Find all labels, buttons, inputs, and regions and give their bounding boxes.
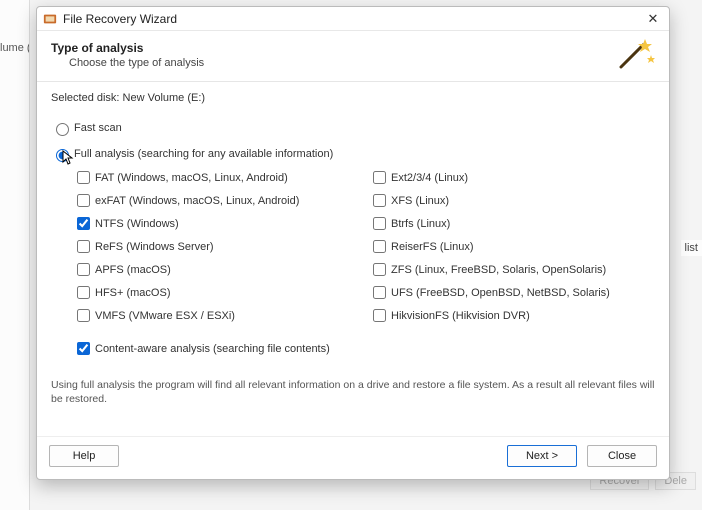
fs-checkbox-right-4[interactable]: ZFS (Linux, FreeBSD, Solaris, OpenSolari… [369,260,655,279]
file-recovery-wizard-dialog: File Recovery Wizard ✕ Type of analysis … [36,6,670,480]
fs-checkbox-input[interactable] [77,263,90,276]
fs-checkbox-left-6[interactable]: VMFS (VMware ESX / ESXi) [73,306,359,325]
fs-checkbox-label: ReiserFS (Linux) [391,241,474,253]
fs-checkbox-input[interactable] [373,263,386,276]
fs-checkbox-label: HikvisionFS (Hikvision DVR) [391,310,530,322]
radio-full-analysis-label: Full analysis (searching for any availab… [74,148,333,160]
fs-checkbox-input[interactable] [77,171,90,184]
full-analysis-hint: Using full analysis the program will fin… [51,378,655,406]
fs-checkbox-left-3[interactable]: ReFS (Windows Server) [73,237,359,256]
wizard-body: Selected disk: New Volume (E:) Fast scan… [37,82,669,436]
fs-checkbox-right-0[interactable]: Ext2/3/4 (Linux) [369,168,655,187]
selected-disk-line: Selected disk: New Volume (E:) [51,92,655,104]
close-icon[interactable]: ✕ [643,11,663,27]
fs-checkbox-input[interactable] [373,240,386,253]
app-icon [43,12,57,26]
radio-fast-scan[interactable]: Fast scan [51,120,655,136]
fs-checkbox-label: Btrfs (Linux) [391,218,450,230]
titlebar: File Recovery Wizard ✕ [37,7,669,31]
wizard-button-bar: Help Next > Close [37,436,669,479]
fs-checkbox-right-6[interactable]: HikvisionFS (Hikvision DVR) [369,306,655,325]
fs-checkbox-left-2[interactable]: NTFS (Windows) [73,214,359,233]
page-title: Type of analysis [51,41,615,55]
fs-checkbox-input[interactable] [77,240,90,253]
fs-checkbox-input[interactable] [77,194,90,207]
fs-checkbox-right-3[interactable]: ReiserFS (Linux) [369,237,655,256]
radio-fast-scan-input[interactable] [56,123,69,136]
content-aware-checkbox[interactable]: Content-aware analysis (searching file c… [73,339,655,358]
fs-checkbox-input[interactable] [373,194,386,207]
help-button[interactable]: Help [49,445,119,467]
fs-checkbox-right-5[interactable]: UFS (FreeBSD, OpenBSD, NetBSD, Solaris) [369,283,655,302]
fs-checkbox-label: ZFS (Linux, FreeBSD, Solaris, OpenSolari… [391,264,606,276]
fs-checkbox-left-0[interactable]: FAT (Windows, macOS, Linux, Android) [73,168,359,187]
fs-checkbox-label: FAT (Windows, macOS, Linux, Android) [95,172,288,184]
fs-checkbox-input[interactable] [373,286,386,299]
fs-checkbox-label: NTFS (Windows) [95,218,179,230]
radio-full-analysis[interactable]: Full analysis (searching for any availab… [51,146,655,162]
fs-checkbox-input[interactable] [373,217,386,230]
fs-checkbox-label: Ext2/3/4 (Linux) [391,172,468,184]
wizard-header: Type of analysis Choose the type of anal… [37,31,669,82]
fs-checkbox-left-5[interactable]: HFS+ (macOS) [73,283,359,302]
filesystem-grid: FAT (Windows, macOS, Linux, Android) Ext2… [73,168,655,325]
next-button[interactable]: Next > [507,445,577,467]
fs-checkbox-label: APFS (macOS) [95,264,171,276]
fs-checkbox-input[interactable] [77,286,90,299]
content-aware-input[interactable] [77,342,90,355]
fs-checkbox-label: VMFS (VMware ESX / ESXi) [95,310,235,322]
close-button[interactable]: Close [587,445,657,467]
fs-checkbox-label: exFAT (Windows, macOS, Linux, Android) [95,195,299,207]
background-sidebar-clip: lume (E: [0,0,30,510]
background-list-label: list [681,240,702,256]
fs-checkbox-label: UFS (FreeBSD, OpenBSD, NetBSD, Solaris) [391,287,610,299]
fs-checkbox-right-2[interactable]: Btrfs (Linux) [369,214,655,233]
window-title: File Recovery Wizard [63,12,643,26]
selected-disk-label: Selected disk: [51,92,119,104]
fs-checkbox-left-1[interactable]: exFAT (Windows, macOS, Linux, Android) [73,191,359,210]
content-aware-label: Content-aware analysis (searching file c… [95,343,330,355]
fs-checkbox-input[interactable] [373,171,386,184]
fs-checkbox-right-1[interactable]: XFS (Linux) [369,191,655,210]
radio-full-analysis-input[interactable] [56,149,69,162]
fs-checkbox-label: HFS+ (macOS) [95,287,170,299]
page-subtitle: Choose the type of analysis [69,57,615,69]
fs-checkbox-left-4[interactable]: APFS (macOS) [73,260,359,279]
fs-checkbox-input[interactable] [373,309,386,322]
fs-checkbox-label: ReFS (Windows Server) [95,241,214,253]
magic-wand-icon [615,37,655,73]
radio-fast-scan-label: Fast scan [74,122,122,134]
fs-checkbox-label: XFS (Linux) [391,195,449,207]
selected-disk-value: New Volume (E:) [123,92,206,104]
fs-checkbox-input[interactable] [77,309,90,322]
fs-checkbox-input[interactable] [77,217,90,230]
